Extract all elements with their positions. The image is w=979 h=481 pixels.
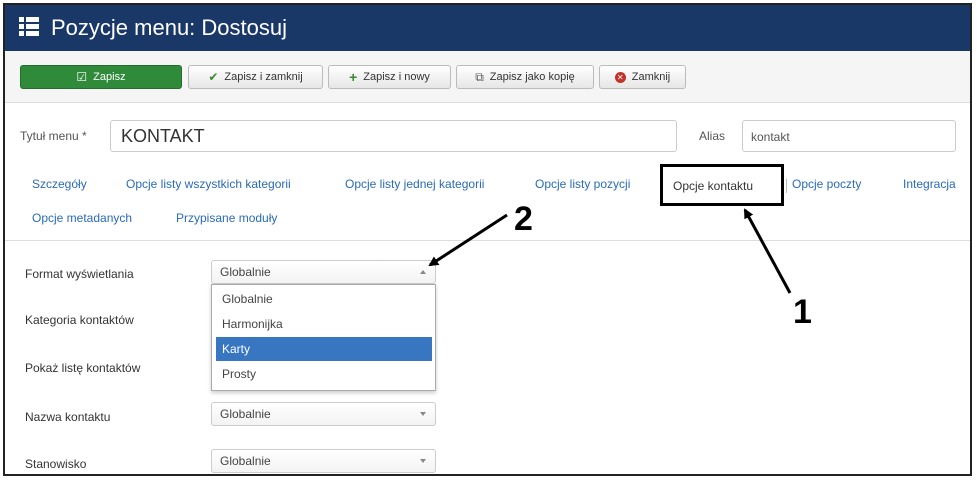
display-format-dropdown: Globalnie Harmonijka Karty Prosty: [211, 284, 436, 391]
copy-icon: ⧉: [475, 70, 484, 84]
callout-number-1: 1: [793, 293, 812, 331]
tab-single-category-options[interactable]: Opcje listy jednej kategorii: [345, 177, 484, 191]
alias-input[interactable]: kontakt: [742, 120, 956, 152]
save-copy-button[interactable]: ⧉ Zapisz jako kopię: [456, 65, 594, 89]
chevron-down-icon: [420, 412, 426, 416]
dropdown-option[interactable]: Globalnie: [216, 287, 432, 311]
tab-items-list-options[interactable]: Opcje listy pozycji: [535, 177, 630, 191]
tab-mail-options[interactable]: Opcje poczty: [792, 177, 861, 191]
screenshot-frame: Pozycje menu: Dostosuj ☑ Zapisz ✔ Zapisz…: [3, 3, 972, 476]
close-icon: ✕: [614, 71, 626, 83]
title-row: Tytuł menu * KONTAKT Alias kontakt: [5, 120, 970, 152]
display-format-select[interactable]: Globalnie: [211, 260, 436, 284]
title-input[interactable]: KONTAKT: [110, 120, 677, 152]
position-select[interactable]: Globalnie: [211, 449, 436, 473]
alias-label: Alias: [699, 129, 726, 143]
save-close-button[interactable]: ✔ Zapisz i zamknij: [188, 65, 323, 89]
page-header: Pozycje menu: Dostosuj: [5, 5, 970, 51]
dropdown-option[interactable]: Harmonijka: [216, 312, 432, 336]
tab-integration[interactable]: Integracja: [903, 177, 956, 191]
chevron-down-icon: [420, 459, 426, 463]
page-title: Pozycje menu: Dostosuj: [51, 15, 287, 40]
list-icon: [19, 17, 39, 37]
tabs-divider: [5, 240, 970, 241]
field-label-display-format: Format wyświetlania: [25, 267, 134, 281]
close-button[interactable]: ✕ Zamknij: [599, 65, 686, 89]
field-label-contact-name: Nazwa kontaktu: [25, 410, 111, 424]
chevron-up-icon: [420, 270, 426, 274]
field-label-show-contact-list: Pokaż listę kontaktów: [25, 361, 141, 375]
tab-separator: [786, 179, 787, 193]
save-icon: ☑: [76, 70, 88, 84]
tab-assigned-modules[interactable]: Przypisane moduły: [176, 211, 277, 225]
toolbar: ☑ Zapisz ✔ Zapisz i zamknij + Zapisz i n…: [5, 51, 970, 103]
tab-szczegoly[interactable]: Szczegóły: [32, 177, 87, 191]
dropdown-option[interactable]: Prosty: [216, 362, 432, 386]
callout-number-2: 2: [514, 200, 533, 238]
plus-icon: +: [349, 69, 358, 85]
tab-contact-options[interactable]: Opcje kontaktu: [660, 164, 784, 206]
dropdown-option-highlighted[interactable]: Karty: [216, 337, 432, 361]
tab-all-categories-options[interactable]: Opcje listy wszystkich kategorii: [126, 177, 291, 191]
field-label-position: Stanowisko: [25, 457, 87, 471]
field-label-contact-category: Kategoria kontaktów: [25, 313, 134, 327]
tab-contact-options-label: Opcje kontaktu: [673, 179, 754, 193]
contact-name-select[interactable]: Globalnie: [211, 402, 436, 426]
check-icon: ✔: [208, 70, 219, 84]
tab-metadata-options[interactable]: Opcje metadanych: [32, 211, 132, 225]
save-button[interactable]: ☑ Zapisz: [20, 65, 182, 89]
title-label: Tytuł menu *: [20, 129, 87, 143]
save-new-button[interactable]: + Zapisz i nowy: [328, 65, 451, 89]
